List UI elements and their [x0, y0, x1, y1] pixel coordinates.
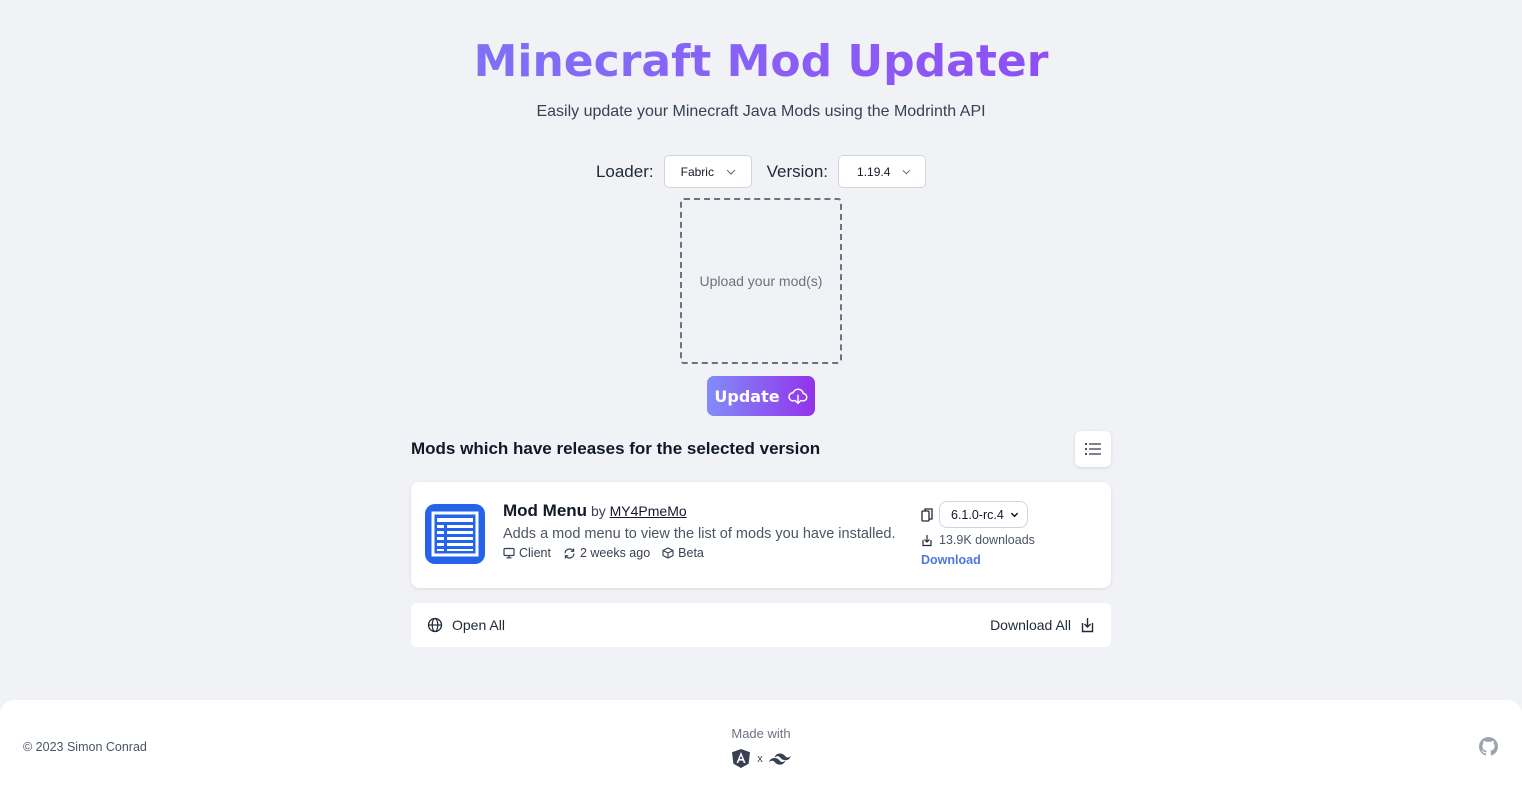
mod-version-value: 6.1.0-rc.4 — [951, 507, 1004, 522]
mod-card: Mod Menu by MY4PmeMo Adds a mod menu to … — [411, 482, 1111, 588]
upload-prompt: Upload your mod(s) — [699, 273, 823, 289]
upload-dropzone[interactable]: Upload your mod(s) — [680, 198, 842, 364]
mod-meta: Client 2 weeks ago Beta — [503, 546, 704, 560]
update-button-label: Update — [714, 386, 780, 406]
footer: © 2023 Simon Conrad Made with x — [0, 700, 1522, 792]
downloads-row: 13.9K downloads — [921, 533, 1035, 547]
release-type-tag: Beta — [662, 546, 704, 560]
cloud-download-icon — [787, 388, 808, 405]
version-label: Version: — [766, 161, 829, 181]
page-title: Minecraft Mod Updater — [0, 36, 1522, 88]
list-icon — [1084, 442, 1101, 456]
list-view-button[interactable] — [1075, 431, 1111, 467]
mod-title-row: Mod Menu by MY4PmeMo — [503, 501, 687, 521]
tailwind-icon[interactable] — [768, 752, 791, 766]
version-row: 6.1.0-rc.4 — [921, 501, 1035, 528]
github-icon[interactable] — [1479, 737, 1498, 756]
updated-label: 2 weeks ago — [579, 546, 651, 560]
mod-download-panel: 6.1.0-rc.4 13.9K downloads Download — [921, 501, 1035, 567]
made-with-label: Made with — [731, 726, 791, 741]
results-section-title: Mods which have releases for the selecte… — [411, 439, 821, 458]
release-type-label: Beta — [678, 546, 704, 560]
download-all-icon — [1081, 617, 1094, 632]
page-subtitle: Easily update your Minecraft Java Mods u… — [536, 103, 986, 120]
globe-icon — [427, 617, 443, 633]
refresh-icon — [564, 547, 575, 559]
made-with-separator: x — [757, 752, 763, 765]
monitor-icon — [503, 547, 515, 559]
download-link[interactable]: Download — [921, 553, 1035, 567]
updated-tag: 2 weeks ago — [563, 546, 650, 560]
loader-label: Loader: — [595, 161, 654, 181]
download-all-button[interactable]: Download All — [990, 617, 1095, 634]
open-all-label: Open All — [452, 617, 505, 633]
version-value: 1.19.4 — [857, 164, 891, 179]
mod-by: by — [590, 503, 606, 519]
actions-bar: Open All Download All — [411, 603, 1111, 647]
copy-files-icon — [921, 507, 933, 522]
selectors-row: Loader: Fabric Version: 1.19.4 — [0, 155, 1522, 188]
mod-description: Adds a mod menu to view the list of mods… — [503, 526, 896, 542]
made-with-icons: x — [0, 748, 1522, 769]
environment-tag: Client — [503, 546, 551, 560]
loader-value: Fabric — [680, 164, 714, 179]
environment-label: Client — [519, 546, 551, 560]
mod-menu-icon — [425, 504, 485, 564]
open-all-button[interactable]: Open All — [427, 617, 505, 633]
version-select[interactable]: 1.19.4 — [838, 155, 927, 188]
downloads-count: 13.9K downloads — [939, 533, 1035, 547]
chevron-down-icon — [726, 169, 736, 175]
loader-select[interactable]: Fabric — [663, 155, 752, 188]
mod-author-link[interactable]: MY4PmeMo — [610, 503, 687, 519]
download-all-label: Download All — [990, 617, 1071, 633]
chevron-down-icon — [1010, 512, 1019, 518]
package-icon — [662, 547, 674, 559]
chevron-down-icon — [902, 169, 911, 174]
download-count-icon — [922, 534, 932, 546]
mod-version-select[interactable]: 6.1.0-rc.4 — [939, 501, 1028, 528]
angular-icon[interactable] — [731, 748, 751, 769]
update-button[interactable]: Update — [707, 376, 815, 416]
mod-name[interactable]: Mod Menu — [503, 501, 587, 520]
